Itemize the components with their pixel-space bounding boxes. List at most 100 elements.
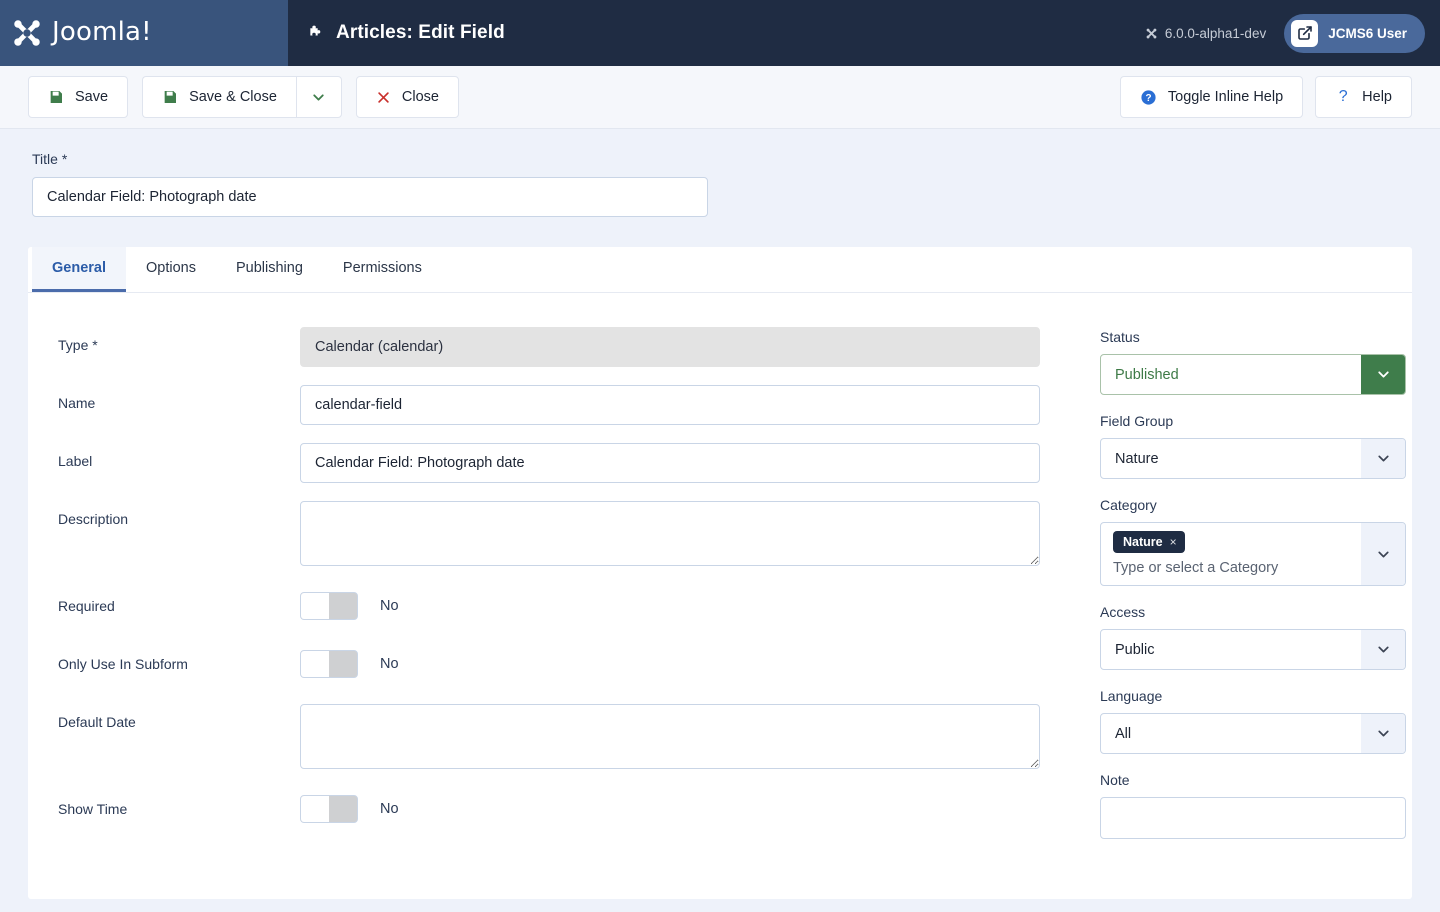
floppy-disk-icon (48, 89, 64, 105)
required-toggle[interactable] (300, 592, 358, 620)
floppy-disk-icon (162, 89, 178, 105)
toggle-inline-help-button[interactable]: ? Toggle Inline Help (1120, 76, 1303, 118)
page-title-area: Articles: Edit Field (288, 0, 1145, 66)
save-and-close-button[interactable]: Save & Close (142, 76, 296, 118)
chip-remove-x-icon[interactable]: × (1170, 535, 1177, 549)
type-value: Calendar (calendar) (300, 327, 1040, 367)
description-label: Description (58, 501, 300, 527)
tab-general[interactable]: General (32, 247, 126, 292)
chevron-down-icon (1361, 355, 1405, 394)
close-button[interactable]: Close (356, 76, 459, 118)
toolbar-right-group: ? Toggle Inline Help ? Help (1120, 76, 1412, 118)
toggle-track (329, 593, 357, 619)
field-row-show-time: Show Time No (58, 791, 1068, 823)
save-button[interactable]: Save (28, 76, 128, 118)
show-time-switch-wrap: No (300, 791, 1068, 823)
user-menu-button[interactable]: JCMS6 User (1284, 14, 1425, 53)
category-placeholder: Type or select a Category (1113, 560, 1351, 576)
category-multiselect[interactable]: Nature × Type or select a Category (1100, 522, 1406, 586)
access-select[interactable]: Public (1100, 629, 1406, 670)
show-time-toggle[interactable] (300, 795, 358, 823)
label-label: Label (58, 443, 300, 469)
note-field: Note (1100, 772, 1406, 839)
help-button-label: Help (1362, 89, 1392, 105)
default-date-textarea[interactable] (300, 704, 1040, 769)
field-row-type: Type * Calendar (calendar) (58, 327, 1068, 367)
edit-panel: General Options Publishing Permissions T… (28, 247, 1412, 899)
top-header-bar: Joomla! Articles: Edit Field 6.0.0-alpha… (0, 0, 1440, 66)
tab-publishing-label: Publishing (236, 260, 303, 276)
header-right-area: 6.0.0-alpha1-dev JCMS6 User (1145, 0, 1440, 66)
status-value: Published (1101, 355, 1361, 394)
toggle-track (329, 796, 357, 822)
note-label: Note (1100, 772, 1406, 788)
main-form-column: Type * Calendar (calendar) Name Label (58, 327, 1068, 857)
only-use-in-subform-label: Only Use In Subform (58, 646, 300, 672)
field-row-required: Required No (58, 588, 1068, 620)
language-label: Language (1100, 688, 1406, 704)
chevron-down-icon[interactable] (1361, 523, 1405, 585)
toggle-knob (301, 796, 329, 822)
toggle-knob (301, 651, 329, 677)
status-select[interactable]: Published (1100, 354, 1406, 395)
page-title: Articles: Edit Field (336, 22, 505, 44)
save-options-dropdown-button[interactable] (296, 76, 342, 118)
note-input[interactable] (1100, 797, 1406, 839)
save-close-split-button: Save & Close (142, 76, 342, 118)
toggle-knob (301, 593, 329, 619)
toolbar: Save Save & Close Close (0, 66, 1440, 129)
field-row-label: Label (58, 443, 1068, 483)
only-use-in-subform-value: No (380, 656, 399, 672)
status-label: Status (1100, 329, 1406, 345)
required-label: Required (58, 588, 300, 614)
language-select[interactable]: All (1100, 713, 1406, 754)
tab-permissions[interactable]: Permissions (323, 247, 442, 292)
chevron-down-icon (1361, 439, 1405, 478)
title-input[interactable] (32, 177, 708, 217)
access-field: Access Public (1100, 604, 1406, 670)
joomla-logo-icon (10, 16, 44, 50)
tab-options-label: Options (146, 260, 196, 276)
tab-general-label: General (52, 260, 106, 276)
brand-logo[interactable]: Joomla! (10, 16, 152, 50)
toggle-track (329, 651, 357, 677)
name-input[interactable] (300, 385, 1040, 425)
only-use-in-subform-toggle[interactable] (300, 650, 358, 678)
svg-text:?: ? (1145, 93, 1151, 104)
category-chips-area: Nature × Type or select a Category (1101, 523, 1361, 585)
tab-options[interactable]: Options (126, 247, 216, 292)
close-button-label: Close (402, 89, 439, 105)
chevron-down-icon (310, 89, 327, 106)
version-indicator: 6.0.0-alpha1-dev (1145, 26, 1266, 41)
field-row-name: Name (58, 385, 1068, 425)
status-field: Status Published (1100, 329, 1406, 395)
field-group-field: Field Group Nature (1100, 413, 1406, 479)
question-circle-icon: ? (1140, 89, 1157, 106)
field-group-label: Field Group (1100, 413, 1406, 429)
chevron-down-icon (1361, 630, 1405, 669)
required-value: No (380, 598, 399, 614)
default-date-label: Default Date (58, 704, 300, 730)
field-row-default-date: Default Date (58, 704, 1068, 769)
field-group-select[interactable]: Nature (1100, 438, 1406, 479)
show-time-label: Show Time (58, 791, 300, 817)
category-chip-label: Nature (1123, 535, 1163, 549)
field-row-only-use-in-subform: Only Use In Subform No (58, 646, 1068, 678)
access-label: Access (1100, 604, 1406, 620)
tab-publishing[interactable]: Publishing (216, 247, 323, 292)
category-chip[interactable]: Nature × (1113, 531, 1185, 553)
version-label: 6.0.0-alpha1-dev (1165, 26, 1266, 41)
access-value: Public (1101, 630, 1361, 669)
description-textarea[interactable] (300, 501, 1040, 566)
x-icon (376, 90, 391, 105)
title-field-block: Title * (28, 129, 1412, 217)
toggle-inline-help-label: Toggle Inline Help (1168, 89, 1283, 105)
chevron-down-icon (1361, 714, 1405, 753)
label-input[interactable] (300, 443, 1040, 483)
brand-area[interactable]: Joomla! (0, 0, 288, 66)
tab-bar: General Options Publishing Permissions (28, 247, 1412, 293)
name-label: Name (58, 385, 300, 411)
brand-name: Joomla! (52, 17, 152, 47)
help-button[interactable]: ? Help (1315, 76, 1412, 118)
field-group-value: Nature (1101, 439, 1361, 478)
